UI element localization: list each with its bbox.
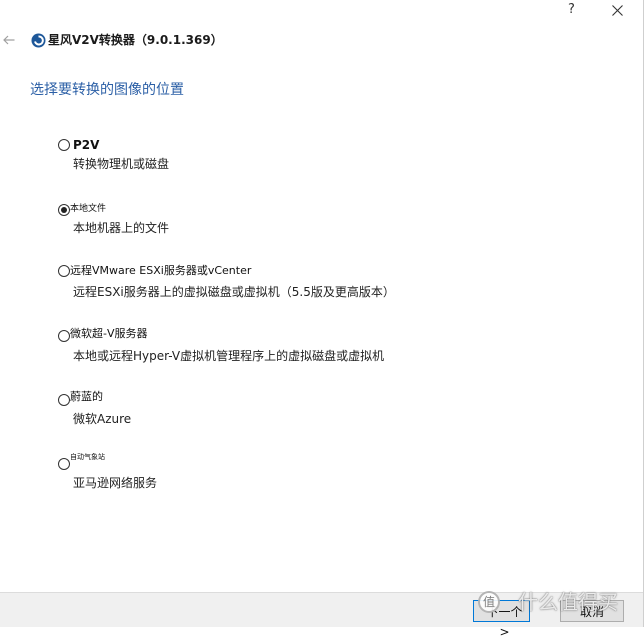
radio-aws[interactable] [58,458,70,470]
radio-local-file[interactable] [58,204,70,216]
next-button[interactable]: 下一个> [473,600,530,639]
option-label-azure[interactable]: 蔚蓝的 [70,390,103,404]
app-title: 星风V2V转换器（9.0.1.369） [48,33,223,47]
close-icon[interactable] [612,5,623,16]
footer-bar [0,592,643,627]
option-description-aws: 亚马逊网络服务 [73,476,158,490]
radio-remote-vmware[interactable] [58,265,70,277]
option-description-hyper-v: 本地或远程Hyper-V虚拟机管理程序上的虚拟磁盘或虚拟机 [73,349,385,363]
option-description-remote-vmware: 远程ESXi服务器上的虚拟磁盘或虚拟机（5.5版及更高版本） [73,285,395,299]
page-heading: 选择要转换的图像的位置 [30,82,184,98]
radio-hyper-v[interactable] [58,330,70,342]
app-logo-icon [31,33,46,48]
option-description-p2v: 转换物理机或磁盘 [73,157,170,171]
help-button[interactable]: ? [568,2,575,18]
radio-p2v[interactable] [58,139,70,151]
option-label-p2v[interactable]: P2V [73,137,99,153]
option-label-remote-vmware[interactable]: 远程VMware ESXi服务器或vCenter [70,264,251,278]
cancel-button[interactable]: 取消 [560,600,624,622]
option-label-aws[interactable]: 自动气象站 [70,452,105,462]
back-arrow-icon[interactable] [3,35,15,45]
option-description-local-file: 本地机器上的文件 [73,221,170,235]
option-label-local-file[interactable]: 本地文件 [70,203,106,215]
option-description-azure: 微软Azure [73,412,132,426]
option-label-hyper-v[interactable]: 微软超-V服务器 [70,327,148,341]
radio-azure[interactable] [58,394,70,406]
